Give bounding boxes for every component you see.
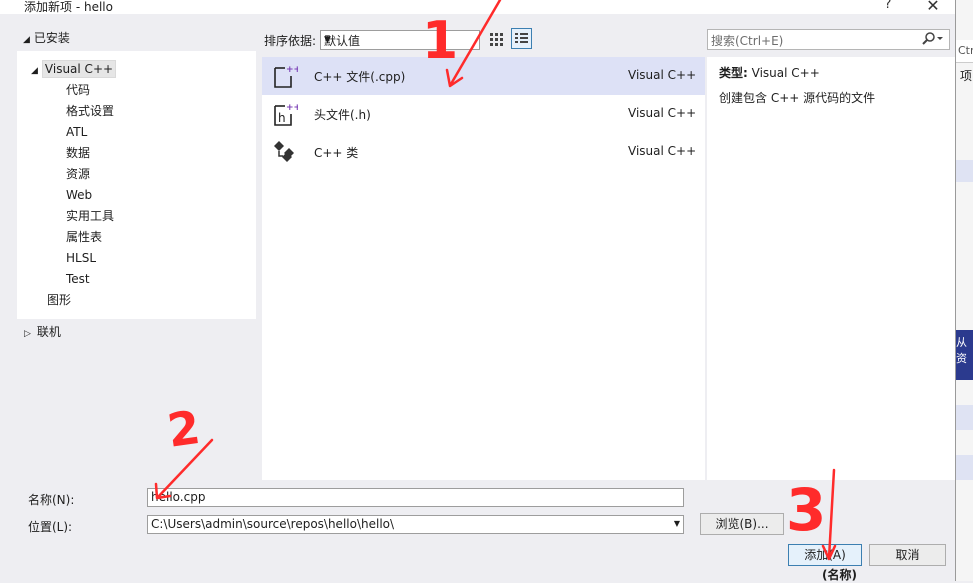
add-new-item-dialog: 添加新项 - hello ? ✕ ◢ 已安装 ◢ Visual C++ 代码 格式设… <box>0 0 956 581</box>
tree-item-web[interactable]: Web <box>66 186 92 204</box>
chevron-down-icon: ▼ <box>324 35 331 45</box>
chevron-down-icon: ▼ <box>673 519 680 528</box>
svg-text:++: ++ <box>286 65 298 75</box>
name-label: 名称(N): <box>28 493 75 507</box>
cpp-class-icon <box>274 141 294 162</box>
tree-item-resource[interactable]: 资源 <box>66 165 90 183</box>
search-icon <box>922 32 943 45</box>
template-row-cpp-class[interactable]: C++ 类 Visual C++ <box>262 133 705 171</box>
background-ide-panel: Ctr 项 从资 <box>955 0 973 581</box>
background-name-fragment: (名称) <box>822 568 857 582</box>
tree-item-formatting[interactable]: 格式设置 <box>66 102 114 120</box>
list-view-icon <box>515 33 528 43</box>
tree-item-test[interactable]: Test <box>66 270 90 288</box>
type-line: 类型: Visual C++ <box>719 66 820 80</box>
background-item-fragment: 项 <box>960 69 973 83</box>
cpp-file-icon: ++ <box>274 65 298 88</box>
svg-text:h: h <box>278 111 286 125</box>
background-selected-row <box>956 160 973 182</box>
small-icons-view-button[interactable] <box>487 30 505 48</box>
collapse-arrow-icon: ◢ <box>31 66 38 76</box>
cancel-button[interactable]: 取消 <box>869 544 946 566</box>
grid-view-icon <box>490 33 503 46</box>
tree-item-hlsl[interactable]: HLSL <box>66 249 96 267</box>
location-field[interactable]: C:\Users\admin\source\repos\hello\hello\… <box>147 515 684 534</box>
item-form: 名称(N): hello.cpp 位置(L): C:\Users\admin\s… <box>17 480 955 581</box>
background-row <box>956 455 973 480</box>
list-view-button[interactable] <box>511 28 532 49</box>
svg-text:++: ++ <box>286 103 298 113</box>
category-tree: ◢ Visual C++ 代码 格式设置 ATL 数据 资源 Web 实用工具 属… <box>17 51 256 319</box>
close-button[interactable]: ✕ <box>924 0 942 15</box>
template-list: ++ C++ 文件(.cpp) Visual C++ h ++ 头文件(.h) … <box>262 57 705 480</box>
tree-item-code[interactable]: 代码 <box>66 81 90 99</box>
description-text: 创建包含 C++ 源代码的文件 <box>719 91 876 105</box>
background-row <box>956 405 973 430</box>
title-bar: 添加新项 - hello ? ✕ <box>0 0 955 15</box>
help-button[interactable]: ? <box>880 0 896 12</box>
background-search-fragment: Ctr <box>956 40 973 63</box>
tree-installed[interactable]: ◢ 已安装 <box>23 29 70 49</box>
tree-online[interactable]: ▷ 联机 <box>24 323 61 343</box>
add-button[interactable]: 添加(A) <box>788 544 862 566</box>
tree-item-data[interactable]: 数据 <box>66 144 90 162</box>
collapse-arrow-icon: ◢ <box>23 35 30 45</box>
sort-dropdown[interactable]: 默认值 ▼ <box>320 30 480 50</box>
browse-button[interactable]: 浏览(B)... <box>700 513 784 535</box>
name-field[interactable]: hello.cpp <box>147 488 684 507</box>
template-row-header-file[interactable]: h ++ 头文件(.h) Visual C++ <box>262 95 705 133</box>
dialog-title: 添加新项 - hello <box>24 0 113 14</box>
expand-arrow-icon: ▷ <box>24 329 31 339</box>
template-row-cpp-file[interactable]: ++ C++ 文件(.cpp) Visual C++ <box>262 57 705 95</box>
details-panel: 类型: Visual C++ 创建包含 C++ 源代码的文件 <box>707 57 955 480</box>
tree-item-graphics[interactable]: 图形 <box>47 291 71 309</box>
tree-item-utility[interactable]: 实用工具 <box>66 207 114 225</box>
tree-item-property-sheets[interactable]: 属性表 <box>66 228 102 246</box>
location-label: 位置(L): <box>28 520 73 534</box>
tree-item-visual-cpp[interactable]: ◢ Visual C++ <box>31 60 117 80</box>
sort-label: 排序依据: <box>264 34 317 48</box>
header-file-icon: h ++ <box>274 103 298 126</box>
tree-item-atl[interactable]: ATL <box>66 123 87 141</box>
background-blue-bar: 从资 <box>956 330 973 380</box>
search-input[interactable]: 搜索(Ctrl+E) <box>707 29 950 50</box>
